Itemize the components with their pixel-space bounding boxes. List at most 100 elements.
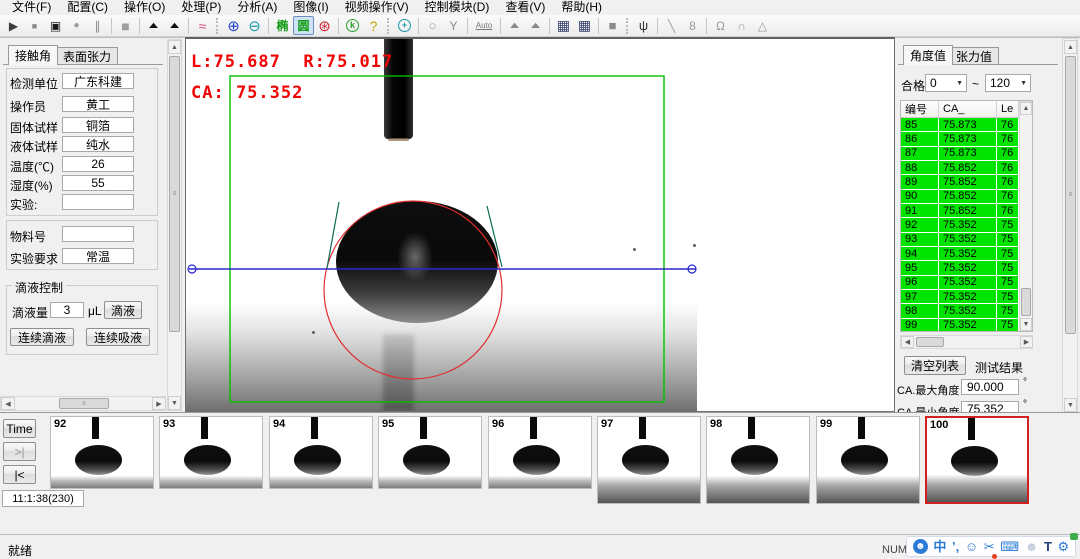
min-angle-field[interactable]: 75.352 xyxy=(961,401,1019,412)
column-header-1[interactable]: CA_ xyxy=(939,101,997,118)
calibrate-icon[interactable]: + xyxy=(398,19,411,32)
field-input-2[interactable]: 铜箔 xyxy=(62,117,134,133)
circle-fit-icon[interactable]: 圆 xyxy=(293,16,314,35)
fit-curve-icon[interactable]: ≈ xyxy=(192,16,213,35)
table-vscrollbar[interactable]: ▲ ▼ xyxy=(1019,101,1033,332)
field-input-6[interactable] xyxy=(62,194,134,210)
table-row[interactable]: 9075.85276 xyxy=(901,190,1019,204)
menu-item-0[interactable]: 文件(F) xyxy=(4,0,59,15)
table-row[interactable]: 8775.87376 xyxy=(901,147,1019,161)
roi-rectangle[interactable] xyxy=(230,76,664,402)
drop-shape-b-icon[interactable]: ▲ xyxy=(164,20,185,31)
drop-gray-icon[interactable]: ▲ xyxy=(504,20,525,31)
dispenser-icon[interactable]: Y xyxy=(443,16,464,35)
drop-volume-input[interactable]: 3 xyxy=(50,302,84,318)
ime-emoji-icon[interactable]: ☺ xyxy=(965,537,978,556)
ime-settings-icon[interactable]: ⚙ xyxy=(1058,537,1070,556)
menu-item-9[interactable]: 帮助(H) xyxy=(553,0,610,15)
table-row[interactable]: 9775.35275 xyxy=(901,290,1019,304)
max-angle-combo[interactable]: 120▼ xyxy=(985,74,1031,92)
drop-shape-a-icon[interactable]: ▲ xyxy=(143,20,164,31)
scroll-thumb[interactable] xyxy=(916,337,944,347)
draw-line-icon[interactable]: ╲ xyxy=(661,16,682,35)
tab-tension-values[interactable]: 张力值 xyxy=(949,47,999,65)
right-panel-vscrollbar[interactable]: ▲ ≡ ▼ xyxy=(1062,38,1078,412)
ime-skin-icon[interactable]: T xyxy=(1044,537,1052,556)
scroll-up-icon[interactable]: ▲ xyxy=(1020,102,1032,115)
ime-scissors-icon[interactable]: ✂ xyxy=(984,537,995,556)
min-angle-combo[interactable]: 0▼ xyxy=(925,74,967,92)
frame-thumbnail[interactable]: 94 xyxy=(269,416,373,489)
table-row[interactable]: 9375.35275 xyxy=(901,233,1019,247)
draw-arc-icon[interactable]: ∩ xyxy=(731,16,752,35)
field-input-8[interactable]: 常温 xyxy=(62,248,134,264)
frame-thumbnail[interactable]: 100 xyxy=(925,416,1029,504)
menu-item-2[interactable]: 操作(O) xyxy=(116,0,173,15)
video-view[interactable]: L:75.687 R:75.017 CA: 75.352 xyxy=(185,37,895,412)
scroll-thumb[interactable]: ≡ xyxy=(59,398,109,409)
auto-mode-icon[interactable]: Auto xyxy=(471,16,497,35)
table-row[interactable]: 9975.35275 xyxy=(901,319,1019,332)
menu-item-6[interactable]: 视频操作(V) xyxy=(337,0,417,15)
red-fit-icon[interactable]: ⊛ xyxy=(314,16,335,35)
scroll-thumb[interactable] xyxy=(1021,288,1031,316)
drop-remove-icon[interactable]: ▲ xyxy=(525,20,546,31)
draw-angle-icon[interactable]: △ xyxy=(752,16,773,35)
frame-thumbnail[interactable]: 98 xyxy=(706,416,810,504)
cross-circle-icon[interactable]: ⊕ xyxy=(223,16,244,35)
field-input-7[interactable] xyxy=(62,226,134,242)
frame-icon[interactable]: ■ xyxy=(115,16,136,35)
ime-keyboard-icon[interactable]: ⌨ xyxy=(1000,537,1019,556)
scroll-left-icon[interactable]: ◀ xyxy=(1,397,15,410)
column-header-2[interactable]: Le xyxy=(997,101,1019,118)
table-row[interactable]: 9575.35275 xyxy=(901,261,1019,275)
tab-contact-angle[interactable]: 接触角 xyxy=(8,45,58,65)
table-row[interactable]: 8675.87376 xyxy=(901,132,1019,146)
ime-avatar-icon[interactable]: ☻ xyxy=(913,539,928,554)
fill-square-icon[interactable]: ■ xyxy=(602,16,623,35)
ime-person-icon[interactable]: ☻ xyxy=(1025,537,1039,556)
tab-angle-values[interactable]: 角度值 xyxy=(903,45,953,65)
field-input-3[interactable]: 纯水 xyxy=(62,136,134,152)
table-row[interactable]: 9275.35275 xyxy=(901,218,1019,232)
k-circle-icon[interactable]: k xyxy=(346,19,359,32)
frame-thumbnail[interactable]: 97 xyxy=(597,416,701,504)
minus-circle-icon[interactable]: ⊖ xyxy=(244,16,265,35)
scroll-up-icon[interactable]: ▲ xyxy=(168,40,181,54)
report-grid-b-icon[interactable]: ▦ xyxy=(574,16,595,35)
menu-item-4[interactable]: 分析(A) xyxy=(229,0,285,15)
frame-thumbnail[interactable]: 95 xyxy=(378,416,482,489)
menu-item-7[interactable]: 控制模块(D) xyxy=(417,0,498,15)
scroll-right-icon[interactable]: ▶ xyxy=(152,397,166,410)
dispense-button[interactable]: 滴液 xyxy=(104,301,142,319)
left-panel-vscrollbar[interactable]: ▲ ≡ ▼ xyxy=(167,39,182,411)
draw-double-circle-icon[interactable]: 8 xyxy=(682,16,703,35)
frame-thumbnail[interactable]: 96 xyxy=(488,416,592,489)
frame-thumbnail[interactable]: 99 xyxy=(816,416,920,504)
scroll-down-icon[interactable]: ▼ xyxy=(1064,398,1077,412)
scroll-down-icon[interactable]: ▼ xyxy=(168,396,181,410)
pause-icon[interactable]: ∥ xyxy=(87,16,108,35)
results-table[interactable]: 编号CA_Le8575.873768675.873768775.87376887… xyxy=(900,100,1033,332)
report-grid-a-icon[interactable]: ▦ xyxy=(553,16,574,35)
stop-icon[interactable]: ■ xyxy=(24,16,45,35)
frame-thumbnail[interactable]: 92 xyxy=(50,416,154,489)
menu-item-5[interactable]: 图像(I) xyxy=(285,0,336,15)
table-row[interactable]: 9475.35275 xyxy=(901,247,1019,261)
table-hscrollbar[interactable]: ◀ ▶ xyxy=(900,335,1033,349)
field-input-1[interactable]: 黄工 xyxy=(62,96,134,112)
continuous-drop-button[interactable]: 连续滴液 xyxy=(10,328,74,346)
scroll-down-icon[interactable]: ▼ xyxy=(1020,318,1032,331)
scroll-right-icon[interactable]: ▶ xyxy=(1020,336,1033,348)
table-row[interactable]: 9675.35275 xyxy=(901,276,1019,290)
record-icon[interactable]: ● xyxy=(66,16,87,35)
frame-thumbnail[interactable]: 93 xyxy=(159,416,263,489)
help-icon[interactable]: ? xyxy=(363,16,384,35)
continuous-suck-button[interactable]: 连续吸液 xyxy=(86,328,150,346)
field-input-0[interactable]: 广东科建 xyxy=(62,73,134,89)
column-header-0[interactable]: 编号 xyxy=(901,101,939,118)
play-icon[interactable]: ▶ xyxy=(3,16,24,35)
table-row[interactable]: 9875.35275 xyxy=(901,304,1019,318)
scroll-thumb[interactable]: ≡ xyxy=(1065,56,1076,334)
scroll-up-icon[interactable]: ▲ xyxy=(1064,40,1077,54)
